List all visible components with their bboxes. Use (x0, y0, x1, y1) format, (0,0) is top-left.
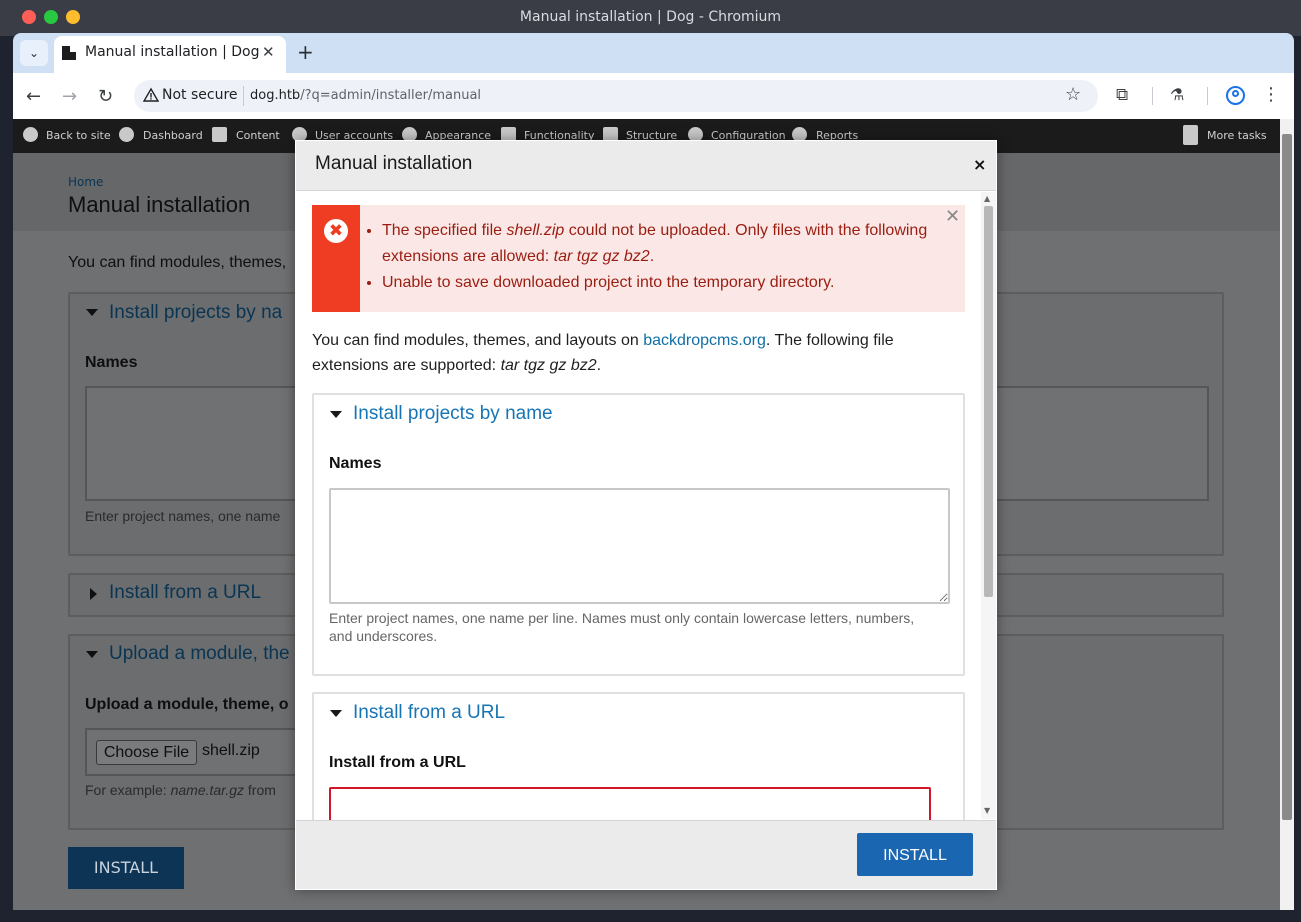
url-path: /?q=admin/installer/manual (300, 88, 482, 103)
scroll-up-arrow-icon[interactable]: ▲ (984, 194, 990, 203)
bookmark-star-icon[interactable]: ☆ (1065, 84, 1081, 105)
back-circle-icon (23, 127, 38, 142)
site-favicon-icon (62, 46, 76, 60)
bg-legend-upload[interactable]: Upload a module, the (109, 643, 290, 665)
legend-install-by-name[interactable]: Install projects by name (353, 403, 553, 425)
browser-menu-icon[interactable]: ⋮ (1262, 84, 1280, 105)
error-text: The specified file (382, 222, 507, 239)
error-list: The specified file shell.zip could not b… (366, 218, 962, 296)
names-label: Names (329, 455, 382, 472)
names-textarea[interactable] (329, 488, 950, 604)
reload-icon[interactable]: ↻ (98, 86, 113, 107)
bg-legend-url[interactable]: Install from a URL (109, 582, 261, 604)
expanded-triangle-icon[interactable] (330, 411, 342, 418)
intro-text: You can find modules, themes, and layout… (312, 332, 644, 349)
toolbar-divider (1152, 87, 1153, 105)
bg-upload-help-example: name.tar.gz (170, 782, 244, 798)
security-label[interactable]: Not secure (162, 87, 238, 103)
tab-close-icon[interactable]: ✕ (262, 43, 275, 61)
warning-triangle-icon[interactable] (143, 87, 159, 103)
error-file-name: shell.zip (506, 222, 565, 239)
error-item-temp-dir: Unable to save downloaded project into t… (382, 270, 962, 296)
breadcrumb[interactable]: Home (68, 175, 103, 189)
dialog-title: Manual installation (315, 153, 473, 174)
dialog-intro: You can find modules, themes, and layout… (312, 328, 952, 378)
tab-title: Manual installation | Dog (85, 44, 260, 60)
tab-search-button[interactable]: ⌄ (20, 40, 48, 66)
page-title: Manual installation (68, 192, 251, 217)
url-host: dog.htb (250, 88, 301, 103)
dashboard-gauge-icon (119, 127, 134, 142)
bg-legend-by-name[interactable]: Install projects by na (109, 302, 282, 324)
url-text[interactable]: dog.htb/?q=admin/installer/manual (250, 88, 481, 103)
page-scrollbar-thumb[interactable] (1282, 134, 1292, 820)
url-label: Install from a URL (329, 754, 466, 771)
expanded-triangle-icon (86, 651, 98, 658)
back-arrow-icon[interactable]: ← (26, 86, 41, 107)
intro-extensions: tar tgz gz bz2 (500, 357, 597, 374)
omnibox-divider (243, 86, 244, 106)
admin-back-to-site[interactable]: Back to site (46, 129, 111, 142)
legend-install-from-url[interactable]: Install from a URL (353, 702, 505, 724)
error-item-upload: The specified file shell.zip could not b… (382, 218, 962, 270)
bg-names-help: Enter project names, one name (85, 508, 281, 524)
admin-content[interactable]: Content (236, 129, 280, 142)
bg-install-button[interactable]: INSTALL (68, 847, 184, 889)
error-extensions: tar tgz gz bz2 (553, 248, 650, 265)
new-tab-icon[interactable]: + (297, 40, 314, 64)
content-pencil-icon (212, 127, 227, 142)
toolbar-divider (1207, 87, 1208, 105)
chevron-down-icon: ⌄ (28, 46, 40, 60)
bg-upload-label: Upload a module, theme, o (85, 696, 289, 713)
error-text: . (649, 248, 655, 265)
bg-names-label: Names (85, 354, 138, 371)
more-tasks-clipboard-icon (1183, 125, 1198, 145)
intro-text: . (596, 357, 602, 374)
collapsed-triangle-icon (90, 588, 97, 600)
error-x-circle-icon: ✖ (324, 219, 348, 243)
admin-more-tasks[interactable]: More tasks (1207, 129, 1267, 142)
expanded-triangle-icon (86, 309, 98, 316)
dialog-close-icon[interactable]: × (973, 155, 986, 174)
bg-upload-help: For example: name.tar.gz from (85, 782, 276, 798)
dialog-scrollbar-thumb[interactable] (984, 206, 993, 597)
forward-arrow-icon[interactable]: → (62, 86, 77, 107)
window-title: Manual installation | Dog - Chromium (519, 9, 782, 25)
install-button[interactable]: INSTALL (857, 833, 973, 876)
page-intro: You can find modules, themes, (68, 254, 287, 271)
extensions-puzzle-icon[interactable]: ⧉ (1116, 85, 1128, 105)
profile-avatar-icon[interactable] (1226, 86, 1245, 105)
scroll-down-arrow-icon[interactable]: ▼ (984, 806, 990, 815)
bg-upload-help-suffix: from (244, 782, 276, 798)
bg-file-name: shell.zip (202, 742, 260, 759)
names-help: Enter project names, one name per line. … (329, 610, 915, 644)
bg-choose-file-button[interactable]: Choose File (96, 740, 197, 765)
labs-flask-icon[interactable]: ⚗ (1170, 85, 1184, 104)
backdropcms-link[interactable]: backdropcms.org (643, 332, 766, 349)
expanded-triangle-icon[interactable] (330, 710, 342, 717)
admin-dashboard[interactable]: Dashboard (143, 129, 203, 142)
bg-upload-help-prefix: For example: (85, 782, 171, 798)
